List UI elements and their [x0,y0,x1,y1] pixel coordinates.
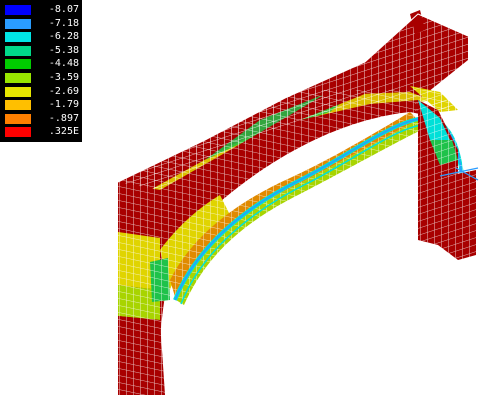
legend-value: -6.28 [48,31,79,43]
right-pier [415,100,480,265]
legend-swatch [5,127,31,138]
legend-row: -6.28 [0,30,82,43]
fea-result-viewport: -8.07 -7.18 -6.28 -5.38 -4.48 -3.59 -2.69 -1.79… [0,0,486,414]
legend-value: -2.69 [48,85,79,97]
legend-row: .325E [0,125,82,138]
legend-row: -2.69 [0,85,82,98]
legend-row: -8.07 [0,3,82,16]
legend-value: -5.38 [48,44,79,56]
contour-legend: -8.07 -7.18 -6.28 -5.38 -4.48 -3.59 -2.69 -1.79… [0,0,82,142]
legend-swatch [5,59,31,70]
legend-value: .325E [48,126,79,138]
legend-swatch [5,113,31,124]
legend-swatch [5,86,31,97]
legend-value: -3.59 [48,72,79,83]
legend-swatch [5,18,31,29]
legend-swatch [5,32,31,43]
legend-row: -7.18 [0,17,82,30]
legend-value: -.897 [48,112,79,124]
legend-row: -4.48 [0,57,82,70]
legend-row: -.897 [0,112,82,125]
legend-swatch [5,73,31,83]
legend-value: -7.18 [48,17,79,29]
legend-swatch [5,45,31,56]
legend-value: -8.07 [48,4,79,15]
arch-front-face [110,90,450,400]
legend-row: -1.79 [0,98,82,111]
legend-value: -1.79 [48,99,79,111]
legend-swatch [5,100,31,111]
legend-swatch [5,5,31,15]
legend-row: -3.59 [0,71,82,84]
legend-value: -4.48 [48,58,79,70]
legend-row: -5.38 [0,44,82,57]
